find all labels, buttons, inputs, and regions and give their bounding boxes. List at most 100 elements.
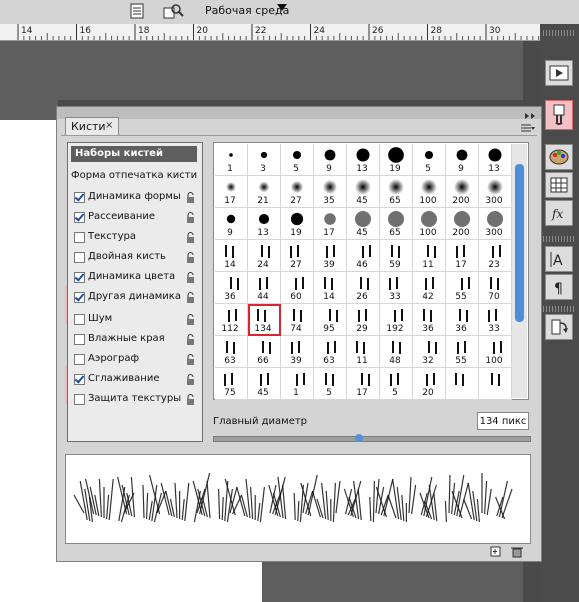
brush-preset[interactable]: 14	[215, 240, 248, 272]
styles-button[interactable]: fx	[545, 200, 573, 226]
option-checkbox[interactable]	[74, 292, 85, 303]
brush-preset[interactable]: 55	[446, 336, 479, 368]
lock-icon[interactable]	[186, 314, 195, 325]
brush-preset[interactable]: 17	[446, 240, 479, 272]
brush-option-row[interactable]: Сглаживание	[68, 371, 202, 389]
lock-icon[interactable]	[186, 374, 195, 385]
close-icon[interactable]: ×	[105, 120, 113, 131]
dock-grip[interactable]	[543, 30, 576, 36]
brush-preset[interactable]: 26	[347, 272, 380, 304]
brush-preset[interactable]: 32	[413, 336, 446, 368]
grid-scrollbar-thumb[interactable]	[515, 164, 524, 322]
option-checkbox[interactable]	[74, 252, 85, 263]
brush-preset[interactable]: 112	[215, 304, 248, 336]
brush-preset[interactable]	[479, 368, 512, 400]
brush-option-row[interactable]: Динамика формы	[68, 189, 202, 207]
brush-preset[interactable]: 9	[446, 144, 479, 176]
master-diameter-slider[interactable]	[213, 434, 531, 442]
brush-preset[interactable]: 75	[215, 368, 248, 400]
grid-scrollbar[interactable]	[512, 144, 527, 398]
option-checkbox[interactable]	[74, 232, 85, 243]
brush-preset[interactable]: 36	[215, 272, 248, 304]
brush-option-row[interactable]: Влажные края	[68, 331, 202, 349]
lock-icon[interactable]	[186, 252, 195, 263]
brush-preset[interactable]: 70	[479, 272, 512, 304]
brush-preset[interactable]: 46	[347, 240, 380, 272]
brush-preset[interactable]: 3	[248, 144, 281, 176]
panel-menu-icon[interactable]	[521, 123, 535, 133]
brush-preset[interactable]: 14	[314, 272, 347, 304]
brushes-panel-button[interactable]	[545, 100, 573, 130]
swatches-button[interactable]	[545, 144, 573, 170]
option-checkbox[interactable]	[74, 314, 85, 325]
brush-preset[interactable]: 5	[314, 368, 347, 400]
brush-preset[interactable]: 5	[413, 144, 446, 176]
panel-collapse-icon[interactable]	[57, 110, 541, 122]
brush-option-row[interactable]: Другая динамика	[68, 289, 202, 307]
brush-preset[interactable]: 65	[380, 208, 413, 240]
panel-title-bar[interactable]	[57, 107, 541, 119]
play-actions-button[interactable]	[545, 60, 573, 86]
brush-preset[interactable]: 300	[479, 176, 512, 208]
brush-preset[interactable]: 9	[314, 144, 347, 176]
option-checkbox[interactable]	[74, 192, 85, 203]
brush-preset[interactable]: 39	[281, 336, 314, 368]
lock-icon[interactable]	[186, 334, 195, 345]
brush-preset[interactable]: 11	[413, 240, 446, 272]
brush-preset[interactable]: 100	[413, 208, 446, 240]
brush-preset[interactable]: 63	[215, 336, 248, 368]
brush-preset[interactable]: 17	[215, 176, 248, 208]
brush-preset[interactable]	[446, 368, 479, 400]
trash-icon[interactable]	[511, 547, 523, 558]
brush-preset[interactable]: 19	[281, 208, 314, 240]
brush-preset[interactable]: 300	[479, 208, 512, 240]
option-checkbox[interactable]	[74, 394, 85, 405]
option-checkbox[interactable]	[74, 334, 85, 345]
brush-preset[interactable]: 66	[248, 336, 281, 368]
brush-preset[interactable]: 21	[248, 176, 281, 208]
dock-grip-3[interactable]	[543, 306, 576, 312]
brush-preset[interactable]: 23	[479, 240, 512, 272]
brush-preset[interactable]: 1	[215, 144, 248, 176]
brush-preset[interactable]: 20	[413, 368, 446, 400]
brush-preset[interactable]: 95	[314, 304, 347, 336]
lock-icon[interactable]	[186, 292, 195, 303]
paragraph-button[interactable]: ¶	[545, 274, 573, 300]
lock-icon[interactable]	[186, 232, 195, 243]
brush-preset[interactable]: 100	[413, 176, 446, 208]
slider-knob[interactable]	[355, 434, 364, 442]
brush-option-row[interactable]: Аэрограф	[68, 351, 202, 369]
brush-preset[interactable]: 74	[281, 304, 314, 336]
brush-preset[interactable]: 44	[248, 272, 281, 304]
brush-preset[interactable]: 100	[479, 336, 512, 368]
lock-icon[interactable]	[186, 192, 195, 203]
brush-preset[interactable]: 13	[347, 144, 380, 176]
brush-preset[interactable]: 60	[281, 272, 314, 304]
brush-preset[interactable]: 39	[314, 240, 347, 272]
brush-preset[interactable]: 35	[314, 176, 347, 208]
brush-preset[interactable]: 29	[347, 304, 380, 336]
brush-preset[interactable]: 5	[281, 144, 314, 176]
brush-option-row[interactable]: Текстура	[68, 229, 202, 247]
option-checkbox[interactable]	[74, 212, 85, 223]
brush-preset[interactable]: 27	[281, 176, 314, 208]
brush-preset[interactable]: 13	[248, 208, 281, 240]
brush-preset[interactable]: 19	[380, 144, 413, 176]
brush-preset[interactable]: 13	[479, 144, 512, 176]
brush-preset[interactable]: 1	[281, 368, 314, 400]
brush-preset[interactable]: 27	[281, 240, 314, 272]
brush-preset-selected[interactable]: 134	[248, 304, 281, 336]
master-diameter-input[interactable]: 134 пикс	[477, 412, 529, 430]
lock-icon[interactable]	[186, 272, 195, 283]
brush-preset[interactable]: 65	[380, 176, 413, 208]
lock-icon[interactable]	[186, 354, 195, 365]
brush-tip-shape-item[interactable]: Форма отпечатка кисти	[71, 170, 197, 181]
dock-grip-2[interactable]	[543, 236, 576, 242]
brush-preset[interactable]: 200	[446, 208, 479, 240]
option-checkbox[interactable]	[74, 272, 85, 283]
brush-preset[interactable]: 48	[380, 336, 413, 368]
brush-preset[interactable]: 17	[314, 208, 347, 240]
document-icon[interactable]	[128, 2, 148, 20]
lock-icon[interactable]	[186, 212, 195, 223]
new-preset-icon[interactable]	[490, 546, 501, 557]
